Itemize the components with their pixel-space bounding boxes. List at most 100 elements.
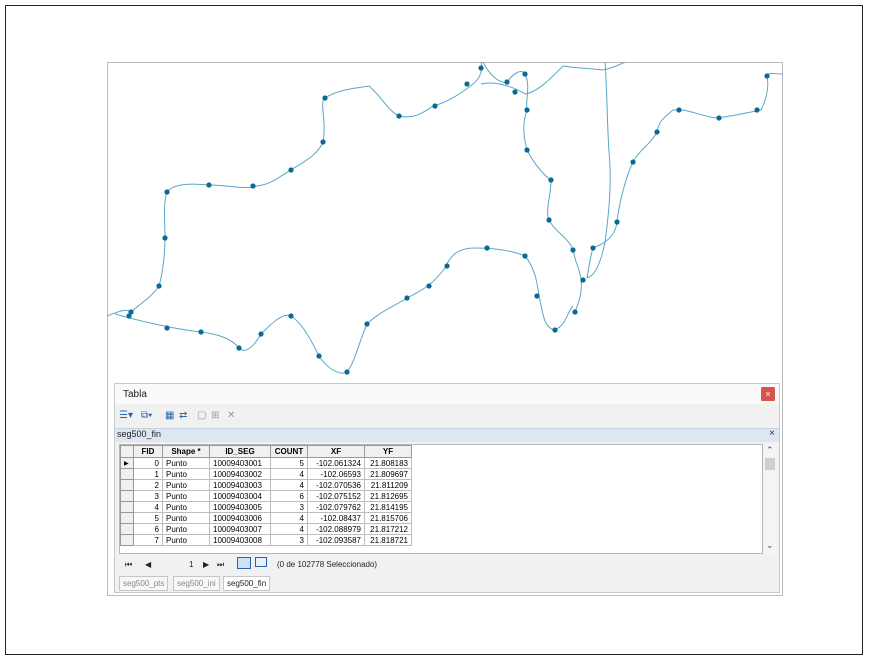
- row-selector[interactable]: [120, 479, 134, 491]
- cell-id-seg[interactable]: 10009403004: [209, 490, 271, 502]
- cell-fid[interactable]: 0: [133, 457, 163, 469]
- map-point[interactable]: [156, 283, 162, 289]
- cell-shape[interactable]: Punto: [162, 501, 210, 513]
- cell-count[interactable]: 3: [270, 534, 308, 546]
- scroll-down-icon[interactable]: ⌄: [766, 540, 774, 551]
- cell-id-seg[interactable]: 10009403008: [209, 534, 271, 546]
- map-point[interactable]: [236, 345, 242, 351]
- cell-fid[interactable]: 6: [133, 523, 163, 535]
- cell-xf[interactable]: -102.08437: [307, 512, 365, 524]
- row-selector[interactable]: [120, 490, 134, 502]
- map-point[interactable]: [572, 309, 578, 315]
- cell-fid[interactable]: 2: [133, 479, 163, 491]
- table-row[interactable]: 4 Punto 10009403005 3 -102.079762 21.814…: [120, 501, 412, 513]
- show-all-records-icon[interactable]: [237, 557, 251, 569]
- cell-xf[interactable]: -102.061324: [307, 457, 365, 469]
- column-header-xf[interactable]: XF: [307, 445, 365, 458]
- cell-xf[interactable]: -102.06593: [307, 468, 365, 480]
- scroll-thumb[interactable]: [765, 458, 775, 470]
- row-selector[interactable]: [120, 512, 134, 524]
- map-point[interactable]: [676, 107, 682, 113]
- tab-seg500-ini[interactable]: seg500_ini: [173, 576, 220, 591]
- map-point[interactable]: [444, 263, 450, 269]
- related-tables-icon[interactable]: ⧉▾: [141, 410, 152, 422]
- cell-yf[interactable]: 21.809697: [364, 468, 412, 480]
- cell-yf[interactable]: 21.811209: [364, 479, 412, 491]
- map-point[interactable]: [396, 113, 402, 119]
- cell-shape[interactable]: Punto: [162, 468, 210, 480]
- cell-count[interactable]: 4: [270, 512, 308, 524]
- cell-id-seg[interactable]: 10009403007: [209, 523, 271, 535]
- map-point[interactable]: [630, 159, 636, 165]
- map-point[interactable]: [522, 253, 528, 259]
- map-point[interactable]: [590, 245, 596, 251]
- map-point[interactable]: [484, 245, 490, 251]
- cell-count[interactable]: 3: [270, 501, 308, 513]
- map-point[interactable]: [464, 81, 470, 87]
- map-point[interactable]: [432, 103, 438, 109]
- map-point[interactable]: [504, 79, 510, 85]
- table-row[interactable]: 1 Punto 10009403002 4 -102.06593 21.8096…: [120, 468, 412, 480]
- map-point[interactable]: [546, 217, 552, 223]
- cell-xf[interactable]: -102.093587: [307, 534, 365, 546]
- current-record-field[interactable]: 1: [189, 560, 193, 569]
- scroll-up-icon[interactable]: ⌃: [766, 445, 774, 456]
- cell-xf[interactable]: -102.079762: [307, 501, 365, 513]
- cell-xf[interactable]: -102.088979: [307, 523, 365, 535]
- previous-record-icon[interactable]: ◀: [145, 560, 151, 569]
- cell-id-seg[interactable]: 10009403002: [209, 468, 271, 480]
- show-selected-records-icon[interactable]: [255, 557, 267, 567]
- map-point[interactable]: [764, 73, 770, 79]
- table-row[interactable]: 6 Punto 10009403007 4 -102.088979 21.817…: [120, 523, 412, 535]
- tab-seg500-fin[interactable]: seg500_fin: [223, 576, 271, 591]
- cell-yf[interactable]: 21.814195: [364, 501, 412, 513]
- map-point[interactable]: [288, 167, 294, 173]
- delete-selected-icon[interactable]: ✕: [227, 410, 235, 422]
- cell-shape[interactable]: Punto: [162, 457, 210, 469]
- map-point[interactable]: [534, 293, 540, 299]
- row-selector[interactable]: [120, 501, 134, 513]
- map-point[interactable]: [164, 189, 170, 195]
- window-close-icon[interactable]: ×: [761, 387, 775, 401]
- cell-count[interactable]: 6: [270, 490, 308, 502]
- map-point[interactable]: [570, 247, 576, 253]
- table-row[interactable]: 3 Punto 10009403004 6 -102.075152 21.812…: [120, 490, 412, 502]
- column-header-fid[interactable]: FID: [133, 445, 163, 458]
- row-selector[interactable]: [120, 523, 134, 535]
- table-row[interactable]: 2 Punto 10009403003 4 -102.070536 21.811…: [120, 479, 412, 491]
- first-record-icon[interactable]: ⏮: [125, 560, 132, 570]
- map-point[interactable]: [552, 327, 558, 333]
- zoom-to-selected-icon[interactable]: ⊞: [211, 410, 219, 422]
- table-row[interactable]: 7 Punto 10009403008 3 -102.093587 21.818…: [120, 534, 412, 546]
- map-point[interactable]: [404, 295, 410, 301]
- cell-count[interactable]: 5: [270, 457, 308, 469]
- map-point[interactable]: [322, 95, 328, 101]
- cell-yf[interactable]: 21.817212: [364, 523, 412, 535]
- cell-count[interactable]: 4: [270, 479, 308, 491]
- cell-shape[interactable]: Punto: [162, 479, 210, 491]
- cell-yf[interactable]: 21.815706: [364, 512, 412, 524]
- row-selector-header[interactable]: [120, 445, 134, 458]
- map-point[interactable]: [344, 369, 350, 375]
- cell-fid[interactable]: 7: [133, 534, 163, 546]
- cell-count[interactable]: 4: [270, 523, 308, 535]
- map-point[interactable]: [614, 219, 620, 225]
- tab-seg500-pts[interactable]: seg500_pts: [119, 576, 169, 591]
- map-point[interactable]: [320, 139, 326, 145]
- cell-id-seg[interactable]: 10009403006: [209, 512, 271, 524]
- vertical-scrollbar[interactable]: ⌃ ⌄: [763, 444, 777, 554]
- cell-id-seg[interactable]: 10009403005: [209, 501, 271, 513]
- row-selector[interactable]: [120, 468, 134, 480]
- map-point[interactable]: [126, 313, 132, 319]
- last-record-icon[interactable]: ⏭: [217, 560, 224, 570]
- map-point[interactable]: [316, 353, 322, 359]
- table-close-icon[interactable]: ×: [769, 428, 775, 439]
- cell-xf[interactable]: -102.075152: [307, 490, 365, 502]
- cell-shape[interactable]: Punto: [162, 490, 210, 502]
- cell-id-seg[interactable]: 10009403003: [209, 479, 271, 491]
- next-record-icon[interactable]: ▶: [203, 560, 209, 569]
- cell-id-seg[interactable]: 10009403001: [209, 457, 271, 469]
- map-point[interactable]: [512, 89, 518, 95]
- map-point[interactable]: [716, 115, 722, 121]
- cell-count[interactable]: 4: [270, 468, 308, 480]
